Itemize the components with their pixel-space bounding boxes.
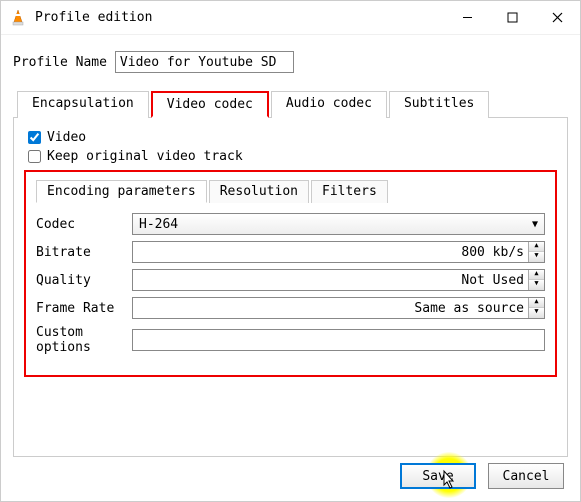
keep-original-checkbox[interactable] xyxy=(28,150,41,163)
quality-spinbox[interactable]: ▲ ▼ xyxy=(132,269,545,291)
codec-dropdown[interactable]: H-264 ▼ xyxy=(132,213,545,235)
codec-value: H-264 xyxy=(139,217,532,232)
bitrate-label: Bitrate xyxy=(36,245,132,260)
custom-options-input[interactable] xyxy=(132,329,545,351)
tab-subtitles[interactable]: Subtitles xyxy=(389,91,489,118)
custom-options-label: Custom options xyxy=(36,325,132,355)
keep-original-label: Keep original video track xyxy=(47,149,243,164)
bitrate-spinbox[interactable]: ▲ ▼ xyxy=(132,241,545,263)
subtab-resolution[interactable]: Resolution xyxy=(209,180,309,203)
video-checkbox[interactable] xyxy=(28,131,41,144)
tab-audio-codec[interactable]: Audio codec xyxy=(271,91,387,118)
bitrate-input[interactable] xyxy=(133,245,528,260)
cancel-button[interactable]: Cancel xyxy=(488,463,564,489)
codec-label: Codec xyxy=(36,217,132,232)
chevron-down-icon: ▼ xyxy=(532,219,538,230)
dialog-footer: Save Cancel xyxy=(400,463,564,489)
close-button[interactable] xyxy=(535,1,580,34)
tab-video-codec[interactable]: Video codec xyxy=(151,91,269,118)
framerate-down-button[interactable]: ▼ xyxy=(529,308,544,318)
window-controls xyxy=(445,1,580,34)
quality-input[interactable] xyxy=(133,273,528,288)
bitrate-row: Bitrate ▲ ▼ xyxy=(36,241,545,263)
bitrate-down-button[interactable]: ▼ xyxy=(529,252,544,262)
quality-row: Quality ▲ ▼ xyxy=(36,269,545,291)
tab-panel: Video Keep original video track Encoding… xyxy=(13,117,568,457)
maximize-button[interactable] xyxy=(490,1,535,34)
quality-label: Quality xyxy=(36,273,132,288)
framerate-spinbox[interactable]: ▲ ▼ xyxy=(132,297,545,319)
subtab-filters[interactable]: Filters xyxy=(311,180,388,203)
titlebar: Profile edition xyxy=(1,1,580,35)
quality-down-button[interactable]: ▼ xyxy=(529,280,544,290)
save-button[interactable]: Save xyxy=(400,463,476,489)
content-area: Profile Name Encapsulation Video codec A… xyxy=(1,35,580,467)
window-title: Profile edition xyxy=(35,10,445,25)
encoding-frame: Encoding parameters Resolution Filters C… xyxy=(24,170,557,377)
subtab-encoding[interactable]: Encoding parameters xyxy=(36,180,207,203)
video-checkbox-label: Video xyxy=(47,130,86,145)
sub-tabs: Encoding parameters Resolution Filters xyxy=(36,180,545,203)
profile-name-label: Profile Name xyxy=(13,55,107,70)
main-tabs: Encapsulation Video codec Audio codec Su… xyxy=(17,91,568,118)
custom-options-row: Custom options xyxy=(36,325,545,355)
video-checkbox-row[interactable]: Video xyxy=(28,130,557,145)
framerate-input[interactable] xyxy=(133,301,528,316)
profile-edition-window: Profile edition Profile Name Encapsulati… xyxy=(0,0,581,502)
minimize-button[interactable] xyxy=(445,1,490,34)
profile-name-input[interactable] xyxy=(115,51,294,73)
codec-row: Codec H-264 ▼ xyxy=(36,213,545,235)
profile-name-row: Profile Name xyxy=(13,51,568,73)
tab-encapsulation[interactable]: Encapsulation xyxy=(17,91,149,118)
framerate-row: Frame Rate ▲ ▼ xyxy=(36,297,545,319)
framerate-label: Frame Rate xyxy=(36,301,132,316)
keep-original-row[interactable]: Keep original video track xyxy=(28,149,557,164)
app-icon xyxy=(9,9,27,27)
